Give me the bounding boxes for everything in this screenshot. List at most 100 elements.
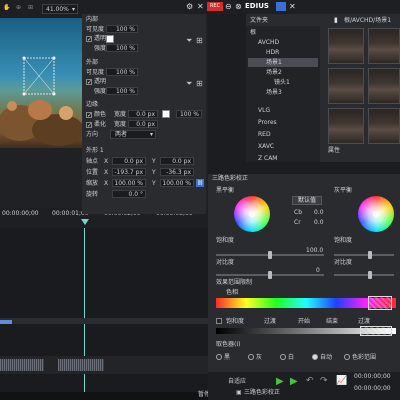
radio-white[interactable] (280, 354, 286, 360)
audio-clip-2[interactable] (58, 359, 104, 371)
clip-thumbnail-2[interactable] (368, 28, 400, 64)
filter-icon-2[interactable]: ⏷ (186, 79, 192, 89)
radio-color-range[interactable] (344, 354, 350, 360)
inner-strength-value: 100 % (115, 45, 135, 52)
crop-icon[interactable]: ⊞ (28, 4, 38, 14)
undo-icon[interactable]: ↶ (306, 376, 314, 386)
scale-y-field[interactable]: 100.00 % (160, 179, 194, 187)
attr-label: 属性 (328, 147, 341, 154)
black-balance-wheel[interactable] (234, 196, 270, 232)
folder-icon[interactable]: ▮ (334, 16, 338, 24)
edge-label: 边缘 (86, 101, 99, 108)
close-small-icon[interactable]: ✕ (289, 2, 296, 11)
minus-icon[interactable]: ⊖ (225, 2, 232, 11)
radio-auto[interactable] (312, 354, 318, 360)
track-1[interactable] (0, 318, 208, 324)
gear-icon[interactable]: ⚙ (186, 2, 193, 11)
axis-x-field[interactable]: 0.0 px (112, 157, 146, 165)
white-saturation-knob[interactable] (368, 251, 372, 259)
white-contrast-label: 对比度 (334, 259, 353, 266)
tree-item-shot1[interactable]: 镜头1 (274, 80, 290, 86)
scale-x-field[interactable]: 100.00 % (112, 179, 146, 187)
direction-select[interactable]: 两者 ▾ (110, 130, 156, 139)
position-x-field[interactable]: -193.7 px (112, 168, 146, 176)
edge-color-checkbox[interactable]: ✓ (86, 112, 92, 119)
radio-black[interactable] (216, 354, 222, 360)
default-button[interactable]: 默认值 (292, 196, 322, 205)
position-y-field[interactable]: -36.3 px (160, 168, 194, 176)
edge-color-swatch[interactable] (162, 110, 170, 118)
bin-icon[interactable] (276, 2, 286, 11)
tree-item-root[interactable]: 根 (250, 30, 256, 36)
hand-icon[interactable]: ✋ (3, 4, 13, 14)
rec-label: REC (209, 3, 221, 9)
link-icon[interactable]: ⛓ (196, 179, 204, 187)
contrast-label: 对比度 (216, 259, 235, 266)
radio-gray[interactable] (248, 354, 254, 360)
rotate-field[interactable]: 0.0 ° (112, 190, 146, 198)
edge-strength-field[interactable]: 100 % (176, 110, 202, 118)
edge-width-field[interactable]: 0.0 px (128, 110, 158, 118)
tree-item-prores[interactable]: Prores (258, 120, 277, 126)
tree-item-red[interactable]: RED (258, 132, 271, 138)
outer-opacity-field[interactable]: 100 % (106, 68, 138, 76)
gray-wheel-pointer[interactable] (373, 211, 379, 217)
white-saturation-slider[interactable] (334, 254, 394, 256)
filter-icon[interactable]: ⏷ (186, 36, 192, 46)
clip-thumbnail-1[interactable] (328, 28, 364, 64)
outer-transparent-checkbox[interactable]: ✓ (86, 79, 92, 86)
soft-width-field[interactable]: 0.0 px (128, 120, 158, 128)
tree-item-zcam[interactable]: Z CAM (258, 156, 278, 162)
zoom-icon[interactable]: ⊕ (16, 4, 26, 14)
clip-1[interactable] (0, 320, 12, 324)
inner-color-swatch[interactable] (106, 35, 114, 43)
edge-strength-value: 100 % (179, 111, 199, 118)
tree-label-root: 根 (250, 29, 257, 36)
tree-item-scene3[interactable]: 场景3 (266, 90, 282, 96)
inner-opacity-field[interactable]: 100 % (106, 25, 138, 33)
audio-track[interactable] (0, 356, 208, 374)
luma-range-handle[interactable] (360, 326, 392, 336)
clip-thumbnail-6[interactable] (368, 108, 400, 144)
tree-item-hdr[interactable]: HDR (266, 50, 279, 56)
clip-thumbnail-3[interactable] (328, 68, 364, 104)
tree-item-scene1[interactable]: 场景1 (248, 58, 318, 67)
rec-badge[interactable]: REC (207, 2, 223, 11)
tab-icon[interactable]: ▣ (236, 389, 242, 396)
white-contrast-slider[interactable] (334, 274, 394, 276)
inner-strength-field[interactable]: 100 % (106, 44, 138, 52)
tree-item-vlg[interactable]: VLG (258, 108, 270, 114)
range-label: 效果范围限制 (216, 279, 253, 286)
position-y-value: -36.3 px (166, 169, 191, 176)
folder-tree: 根 AVCHD HDR 场景1 场景2 镜头1 场景3 VLG Prores R… (246, 26, 320, 162)
clip-thumbnail-5[interactable] (328, 108, 364, 144)
outer-strength-field[interactable]: 100 % (106, 87, 138, 95)
inner-transparent-checkbox[interactable]: ✓ (86, 36, 92, 43)
playhead-marker[interactable] (81, 219, 89, 225)
tree-item-avchd[interactable]: AVCHD (258, 40, 279, 46)
saturation-range-checkbox[interactable] (216, 318, 222, 324)
axis-y-field[interactable]: 0.0 px (160, 157, 194, 165)
clip-thumbnail-4[interactable] (368, 68, 400, 104)
white-contrast-knob[interactable] (368, 271, 372, 279)
close-circle-icon[interactable]: ⊗ (235, 2, 242, 11)
zoom-select[interactable]: 41.00% ▾ (42, 4, 78, 14)
contrast-knob[interactable] (268, 271, 272, 279)
redo-icon[interactable]: ↷ (320, 376, 328, 386)
hue-range-handle[interactable] (368, 296, 392, 310)
grid-icon[interactable]: ⊞ (196, 36, 203, 45)
soft-checkbox[interactable]: ✓ (86, 122, 92, 129)
saturation-knob[interactable] (268, 251, 272, 259)
cr-label: Cr (294, 219, 301, 226)
gray-balance-wheel[interactable] (358, 196, 394, 232)
audio-clip-1[interactable] (0, 359, 44, 371)
play-icon[interactable]: ▶ (276, 376, 284, 387)
play-green-icon[interactable]: ▶ (290, 376, 298, 387)
tree-item-scene2[interactable]: 场景2 (266, 70, 282, 76)
close-icon[interactable]: ✕ (197, 2, 204, 11)
black-wheel-pointer[interactable] (249, 211, 255, 217)
tree-item-xavc[interactable]: XAVC (258, 144, 274, 150)
tree-label-prores: Prores (258, 119, 277, 126)
graph-icon[interactable]: 📈 (336, 376, 347, 386)
grid-icon-2[interactable]: ⊞ (196, 79, 203, 88)
